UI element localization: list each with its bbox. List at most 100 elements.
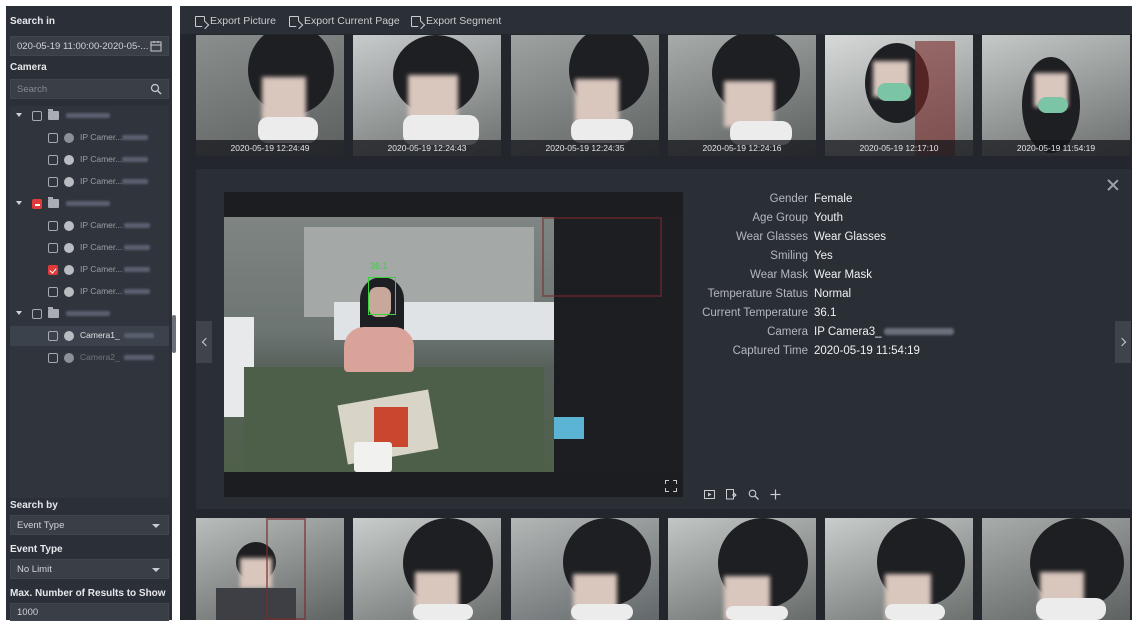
tree-item-camera[interactable]: IP Camer... xyxy=(10,238,169,258)
export-icon[interactable] xyxy=(726,489,737,500)
expand-arrow-icon[interactable] xyxy=(16,201,22,205)
face-mask xyxy=(877,83,911,101)
camera-checkbox[interactable] xyxy=(48,287,58,297)
search-in-label: Search in xyxy=(10,16,56,27)
camera-checkbox-checked[interactable] xyxy=(48,265,58,275)
max-results-input[interactable]: 1000 xyxy=(10,603,169,621)
close-icon[interactable] xyxy=(1107,179,1119,191)
thumbnail-time: 2020-05-19 12:24:16 xyxy=(668,140,816,156)
tree-group-3[interactable] xyxy=(10,304,169,324)
captured-picture[interactable]: 36.1 xyxy=(224,192,683,497)
thumbnail-1[interactable]: 2020-05-19 12:24:49 xyxy=(196,35,344,156)
camera-ip-redacted xyxy=(122,157,148,162)
tree-item-camera[interactable]: Camera2_ xyxy=(10,348,169,368)
export-picture-button[interactable]: Export Picture xyxy=(195,15,276,27)
max-results-label: Max. Number of Results to Show xyxy=(10,588,166,599)
attr-value: 36.1 xyxy=(814,307,837,319)
export-segment-button[interactable]: Export Segment xyxy=(411,15,501,27)
calendar-icon[interactable] xyxy=(150,40,162,52)
chevron-down-icon xyxy=(152,568,160,572)
tree-item-camera[interactable]: IP Camer... xyxy=(10,128,169,148)
expand-arrow-icon[interactable] xyxy=(16,311,22,315)
attr-value: Yes xyxy=(814,250,833,262)
attr-value: Wear Mask xyxy=(814,269,872,281)
export-current-page-button[interactable]: Export Current Page xyxy=(289,15,400,27)
date-range-field[interactable]: 020-05-19 11:00:00-2020-05-... xyxy=(10,36,169,56)
tree-item-camera-checked[interactable]: IP Camer... xyxy=(10,260,169,280)
fullscreen-icon[interactable] xyxy=(665,480,677,492)
attr-key: Smiling xyxy=(770,250,808,262)
camera-checkbox[interactable] xyxy=(48,331,58,341)
camera-ip-redacted xyxy=(124,267,150,272)
camera-checkbox[interactable] xyxy=(48,221,58,231)
event-type-select[interactable]: No Limit xyxy=(10,559,169,579)
attr-key: Gender xyxy=(769,193,808,205)
panel-splitter-handle[interactable] xyxy=(172,315,176,353)
attr-camera: Camera IP Camera3_ xyxy=(684,326,1104,345)
detail-panel: 36.1 Gender Female Age Group Youth Wear Gl… xyxy=(196,169,1131,509)
picture-scene: 36.1 xyxy=(224,217,683,472)
thumbnail-4[interactable]: 2020-05-19 12:24:16 xyxy=(668,35,816,156)
camera-checkbox[interactable] xyxy=(48,155,58,165)
attr-key: Captured Time xyxy=(732,345,808,357)
thumbnail-time: 2020-05-19 12:17:10 xyxy=(825,140,973,156)
tree-group-1[interactable] xyxy=(10,106,169,126)
export-segment-label: Export Segment xyxy=(426,15,502,27)
left-panel: Search in 020-05-19 11:00:00-2020-05-...… xyxy=(6,6,172,621)
camera-label: Camera xyxy=(10,62,47,73)
thumbnail-bottom-1[interactable] xyxy=(196,518,344,620)
camera-name: IP Camer... xyxy=(80,154,123,164)
thumbnail-3[interactable]: 2020-05-19 12:24:35 xyxy=(511,35,659,156)
next-button[interactable] xyxy=(1115,321,1131,363)
tree-item-camera[interactable]: IP Camer... xyxy=(10,150,169,170)
group-name-redacted xyxy=(66,113,110,118)
thumbnail-bottom-5[interactable] xyxy=(825,518,973,620)
camera-name: IP Camer... xyxy=(80,132,123,142)
camera-checkbox[interactable] xyxy=(48,353,58,363)
attr-value: Normal xyxy=(814,288,852,300)
camera-icon xyxy=(64,331,74,341)
camera-checkbox[interactable] xyxy=(48,133,58,143)
play-icon[interactable] xyxy=(704,489,715,500)
thumbnail-bottom-2[interactable] xyxy=(353,518,501,620)
attr-key: Wear Mask xyxy=(750,269,808,281)
tree-item-camera-selected[interactable]: Camera1_ xyxy=(10,326,169,346)
expand-arrow-icon[interactable] xyxy=(16,113,22,117)
tree-item-camera[interactable]: IP Camer... xyxy=(10,172,169,192)
attr-key: Wear Glasses xyxy=(735,231,808,243)
thumbnail-time: 2020-05-19 12:24:49 xyxy=(196,140,344,156)
thumbnail-bottom-3[interactable] xyxy=(511,518,659,620)
group-checkbox[interactable] xyxy=(32,309,42,319)
thumbnail-bottom-4[interactable] xyxy=(668,518,816,620)
camera-name: Camera2_ xyxy=(80,352,120,362)
search-by-select[interactable]: Event Type xyxy=(10,515,169,535)
thumbnail-2[interactable]: 2020-05-19 12:24:43 xyxy=(353,35,501,156)
thumbnail-bottom-6[interactable] xyxy=(982,518,1130,620)
group-checkbox-partial[interactable] xyxy=(32,199,42,209)
group-checkbox[interactable] xyxy=(32,111,42,121)
plus-icon[interactable] xyxy=(770,489,781,500)
camera-checkbox[interactable] xyxy=(48,177,58,187)
thumbnail-6-selected[interactable]: 2020-05-19 11:54:19 xyxy=(982,35,1130,156)
attr-smiling: Smiling Yes xyxy=(684,250,1104,269)
camera-ip-redacted xyxy=(124,289,150,294)
attr-key: Camera xyxy=(767,326,808,338)
attr-temperature-status: Temperature Status Normal xyxy=(684,288,1104,307)
search-icon[interactable] xyxy=(748,489,759,500)
search-by-label: Search by xyxy=(10,500,58,511)
tree-item-camera[interactable]: IP Camer... xyxy=(10,282,169,302)
attr-value: Wear Glasses xyxy=(814,231,887,243)
folder-icon xyxy=(48,197,59,208)
camera-checkbox[interactable] xyxy=(48,243,58,253)
attr-wear-mask: Wear Mask Wear Mask xyxy=(684,269,1104,288)
previous-button[interactable] xyxy=(196,321,212,363)
event-type-label: Event Type xyxy=(10,544,63,555)
tree-item-camera[interactable]: IP Camer... xyxy=(10,216,169,236)
search-icon[interactable] xyxy=(150,83,162,95)
face-mask xyxy=(726,606,788,620)
thumbnail-5[interactable]: 2020-05-19 12:17:10 xyxy=(825,35,973,156)
camera-name-value: IP Camera3_ xyxy=(814,326,882,338)
camera-search-input[interactable]: Search xyxy=(10,79,169,99)
export-icon xyxy=(195,15,205,27)
tree-group-2[interactable] xyxy=(10,194,169,214)
